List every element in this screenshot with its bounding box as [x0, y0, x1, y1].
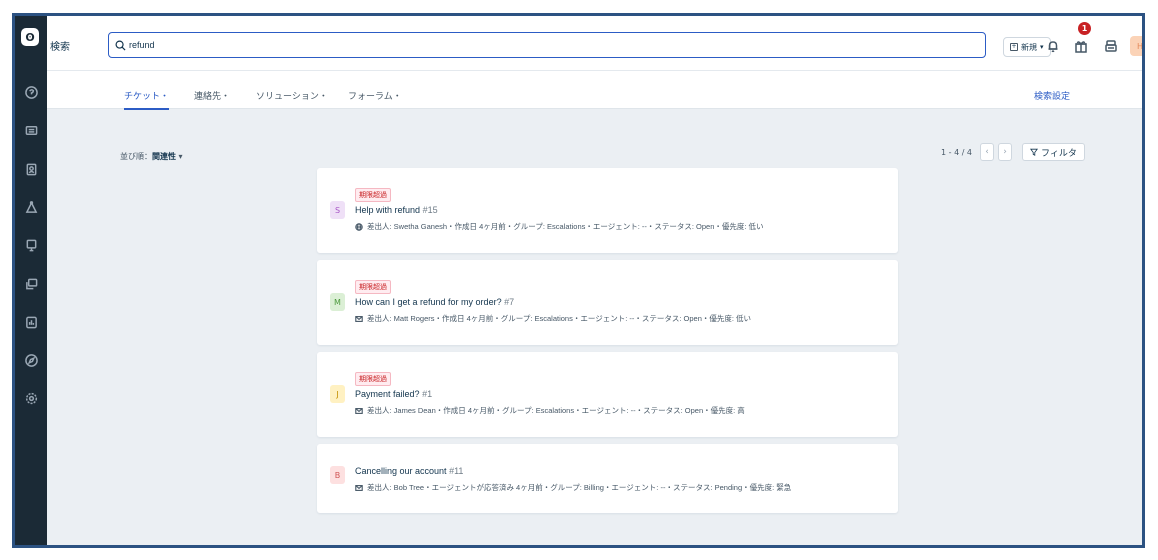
ticket-subject: Help with refund — [355, 205, 421, 215]
app-frame: ʘ 検索 + 新規 ▾ 1 H チケット・ 連絡先・ ソリューション・ フォーラ — [12, 13, 1145, 548]
next-page-button[interactable]: › — [998, 143, 1013, 161]
ticket-subject: Payment failed? — [355, 389, 420, 399]
requester-avatar: M — [330, 293, 345, 311]
ticket-subject: Cancelling our account — [355, 466, 447, 476]
requester-avatar: J — [330, 385, 345, 403]
ticket-subject-link[interactable]: Help with refund #15 — [355, 205, 438, 215]
ticket-card[interactable]: 期限超過 J Payment failed? #1 差出人: James Dea… — [317, 352, 898, 437]
contacts-icon[interactable] — [21, 159, 41, 179]
ticket-card[interactable]: B Cancelling our account #11 差出人: Bob Tr… — [317, 444, 898, 513]
discover-icon[interactable] — [21, 350, 41, 370]
ticket-card[interactable]: 期限超過 S Help with refund #15 差出人: Swetha … — [317, 168, 898, 253]
email-icon — [355, 407, 363, 414]
search-box[interactable] — [108, 32, 986, 58]
solutions-icon[interactable] — [21, 235, 41, 255]
overdue-tag: 期限超過 — [355, 280, 391, 294]
requester-avatar: S — [330, 201, 345, 219]
ticket-meta-text: 差出人: Matt Rogers・作成日 4ヶ月前・グループ: Escalati… — [367, 314, 752, 323]
tab-tickets[interactable]: チケット・ — [124, 89, 170, 110]
filter-icon — [1030, 148, 1039, 156]
social-icon[interactable] — [21, 197, 41, 217]
ticket-subject-link[interactable]: Payment failed? #1 — [355, 389, 432, 399]
search-icon — [115, 40, 126, 51]
ticket-number: #1 — [422, 389, 433, 399]
ticket-meta: 差出人: Matt Rogers・作成日 4ヶ月前・グループ: Escalati… — [355, 313, 751, 324]
overdue-tag: 期限超過 — [355, 372, 391, 386]
requester-avatar: B — [330, 466, 345, 484]
email-icon — [355, 315, 363, 322]
ticket-meta-text: 差出人: James Dean・作成日 4ヶ月前・グループ: Escalatio… — [367, 406, 745, 415]
chevron-down-icon: ▾ — [178, 152, 183, 161]
prev-page-button[interactable]: ‹ — [980, 143, 995, 161]
sort-dropdown[interactable]: 並び順：関連性 ▾ — [120, 151, 183, 162]
ticket-meta: 差出人: Bob Tree・エージェントが応答済み 4ヶ月前・グループ: Bil… — [355, 482, 791, 493]
gift-icon[interactable] — [1072, 36, 1090, 56]
chevron-down-icon: ▾ — [1040, 43, 1044, 51]
settings-icon[interactable] — [21, 388, 41, 408]
user-avatar[interactable]: H — [1130, 36, 1142, 56]
sort-value: 関連性 — [152, 152, 176, 161]
sort-prefix: 並び順： — [120, 152, 152, 161]
filter-button[interactable]: フィルタ — [1022, 143, 1085, 161]
overdue-tag: 期限超過 — [355, 188, 391, 202]
ticket-number: #7 — [504, 297, 515, 307]
ticket-meta-text: 差出人: Swetha Ganesh・作成日 4ヶ月前・グループ: Escala… — [367, 222, 764, 231]
tab-contacts[interactable]: 連絡先・ — [194, 89, 230, 108]
tab-solutions[interactable]: ソリューション・ — [256, 89, 328, 108]
ticket-meta: 差出人: Swetha Ganesh・作成日 4ヶ月前・グループ: Escala… — [355, 221, 764, 232]
question-circle-icon[interactable] — [21, 82, 41, 102]
forums-icon[interactable] — [21, 274, 41, 294]
search-input[interactable] — [129, 36, 969, 54]
ticket-meta-text: 差出人: Bob Tree・エージェントが応答済み 4ヶ月前・グループ: Bil… — [367, 483, 792, 492]
bell-icon[interactable] — [1044, 36, 1062, 56]
page-title: 検索 — [50, 42, 70, 53]
pagination: 1 - 4 / 4 ‹ › フィルタ — [941, 143, 1085, 161]
reports-icon[interactable] — [21, 312, 41, 332]
ticket-card[interactable]: 期限超過 M How can I get a refund for my ord… — [317, 260, 898, 345]
ticket-meta: 差出人: James Dean・作成日 4ヶ月前・グループ: Escalatio… — [355, 405, 745, 416]
filter-label: フィルタ — [1041, 148, 1077, 159]
ticket-icon[interactable] — [21, 120, 41, 140]
ticket-number: #11 — [449, 466, 464, 476]
plus-box-icon: + — [1010, 43, 1018, 51]
email-icon — [355, 484, 363, 491]
tabs-bar: チケット・ 連絡先・ ソリューション・ フォーラム・ 検索設定 — [47, 71, 1142, 110]
pagination-text: 1 - 4 / 4 — [941, 147, 973, 157]
notification-badge: 1 — [1078, 22, 1091, 35]
app-logo[interactable]: ʘ — [21, 28, 39, 46]
ticket-number: #15 — [422, 205, 438, 215]
top-bar: 検索 + 新規 ▾ 1 H — [47, 16, 1142, 71]
ticket-subject-link[interactable]: Cancelling our account #11 — [355, 466, 463, 476]
ticket-subject-link[interactable]: How can I get a refund for my order? #7 — [355, 297, 514, 307]
ticket-subject: How can I get a refund for my order? — [355, 297, 502, 307]
new-button-label: 新規 — [1021, 42, 1037, 52]
tab-forums[interactable]: フォーラム・ — [348, 89, 402, 108]
globe-icon — [355, 222, 363, 231]
search-settings-link[interactable]: 検索設定 — [1034, 89, 1070, 102]
sidebar: ʘ — [15, 16, 47, 545]
apps-icon[interactable] — [1102, 36, 1120, 56]
